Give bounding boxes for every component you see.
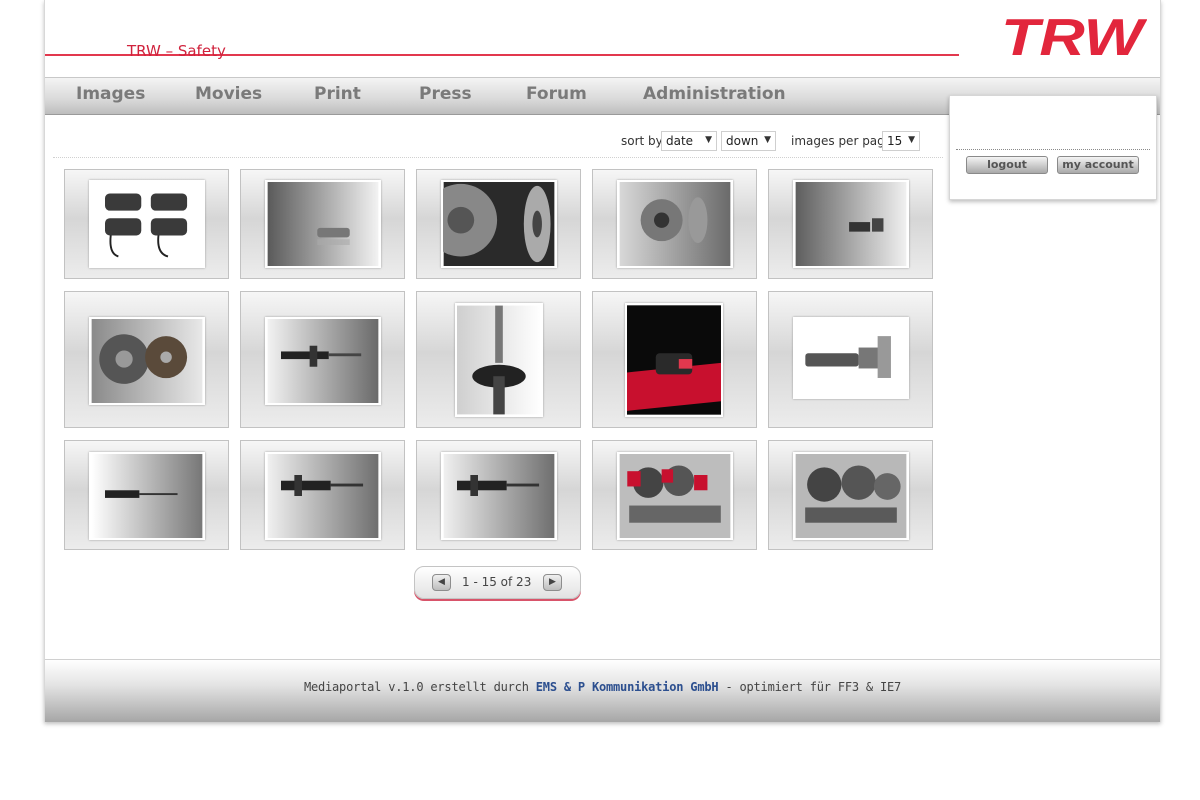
my-account-button[interactable]: my account xyxy=(1057,156,1139,174)
brake-pad-image xyxy=(265,180,381,268)
nav-item-press[interactable]: Press xyxy=(419,84,472,104)
user-panel: logout my account xyxy=(949,95,1157,200)
brake-pads-image xyxy=(89,180,205,268)
sort-bar: sort by date ▼ down ▼ images per page 15… xyxy=(53,124,943,158)
gallery-tile[interactable] xyxy=(416,440,581,550)
header: TRW – Safety TRW xyxy=(45,0,1160,77)
arrow-left-icon[interactable]: ◀ xyxy=(432,574,451,591)
gallery-tile[interactable] xyxy=(64,169,229,279)
site-subtitle: TRW – Safety xyxy=(127,42,226,60)
shock-absorber-image xyxy=(89,452,205,540)
gallery-tile[interactable] xyxy=(768,440,933,550)
nav-item-administration[interactable]: Administration xyxy=(643,84,786,104)
sort-by-label: sort by xyxy=(621,134,663,148)
strut-image xyxy=(265,452,381,540)
brake-parts-red-image xyxy=(617,452,733,540)
sort-order-select[interactable]: down ▼ xyxy=(721,131,776,151)
per-page-value: 15 xyxy=(887,134,903,148)
sort-field-select[interactable]: date ▼ xyxy=(661,131,717,151)
footer: Mediaportal v.1.0 erstellt durch EMS & P… xyxy=(45,659,1160,722)
clutch-kit-image xyxy=(89,317,205,405)
master-cylinder-image xyxy=(793,317,909,399)
sort-order-value: down xyxy=(726,134,759,148)
gallery-tile[interactable] xyxy=(64,440,229,550)
gallery-tile[interactable] xyxy=(240,169,405,279)
gallery-tile[interactable] xyxy=(592,169,757,279)
shock-absorber-image xyxy=(265,317,381,405)
chevron-down-icon: ▼ xyxy=(908,135,915,145)
brake-caliper-image xyxy=(793,180,909,268)
per-page-select[interactable]: 15 ▼ xyxy=(882,131,920,151)
divider xyxy=(956,149,1150,150)
per-page-label: images per page xyxy=(791,134,893,148)
strut-mount-image xyxy=(455,303,543,417)
red-brake-pad-image xyxy=(625,303,723,417)
footer-prefix: Mediaportal v.1.0 erstellt durch xyxy=(303,680,529,694)
gallery-tile[interactable] xyxy=(240,291,405,428)
pagination: ◀ 1 - 15 of 23 ▶ xyxy=(414,566,581,599)
brake-disc-image xyxy=(617,180,733,268)
gallery-tile[interactable] xyxy=(592,440,757,550)
logo-lettering: TRW xyxy=(1001,10,1147,62)
nav-item-images[interactable]: Images xyxy=(76,84,145,104)
gallery-tile[interactable] xyxy=(768,291,933,428)
pagination-range: 1 - 15 of 23 xyxy=(462,575,532,589)
nav-item-forum[interactable]: Forum xyxy=(526,84,587,104)
footer-text: Mediaportal v.1.0 erstellt durch EMS & P… xyxy=(45,680,1160,694)
company-link[interactable]: EMS & P Kommunikation GmbH xyxy=(536,680,719,694)
strut-image xyxy=(441,452,557,540)
logout-button[interactable]: logout xyxy=(966,156,1048,174)
sort-field-value: date xyxy=(666,134,694,148)
gallery-tile[interactable] xyxy=(592,291,757,428)
arrow-right-icon[interactable]: ▶ xyxy=(543,574,562,591)
trw-logo[interactable]: TRW xyxy=(997,9,1148,67)
chevron-down-icon: ▼ xyxy=(705,135,712,145)
footer-suffix: - optimiert für FF3 & IE7 xyxy=(725,680,902,694)
page: TRW – Safety TRW Images Movies Print Pre… xyxy=(44,0,1161,722)
gallery-tile[interactable] xyxy=(768,169,933,279)
gallery-tile[interactable] xyxy=(240,440,405,550)
brake-parts-set-image xyxy=(793,452,909,540)
nav-item-movies[interactable]: Movies xyxy=(195,84,262,104)
brake-disc-closeup-image xyxy=(441,180,557,268)
gallery-tile[interactable] xyxy=(416,291,581,428)
gallery-tile[interactable] xyxy=(416,169,581,279)
chevron-down-icon: ▼ xyxy=(764,135,771,145)
gallery-tile[interactable] xyxy=(64,291,229,428)
nav-item-print[interactable]: Print xyxy=(314,84,361,104)
